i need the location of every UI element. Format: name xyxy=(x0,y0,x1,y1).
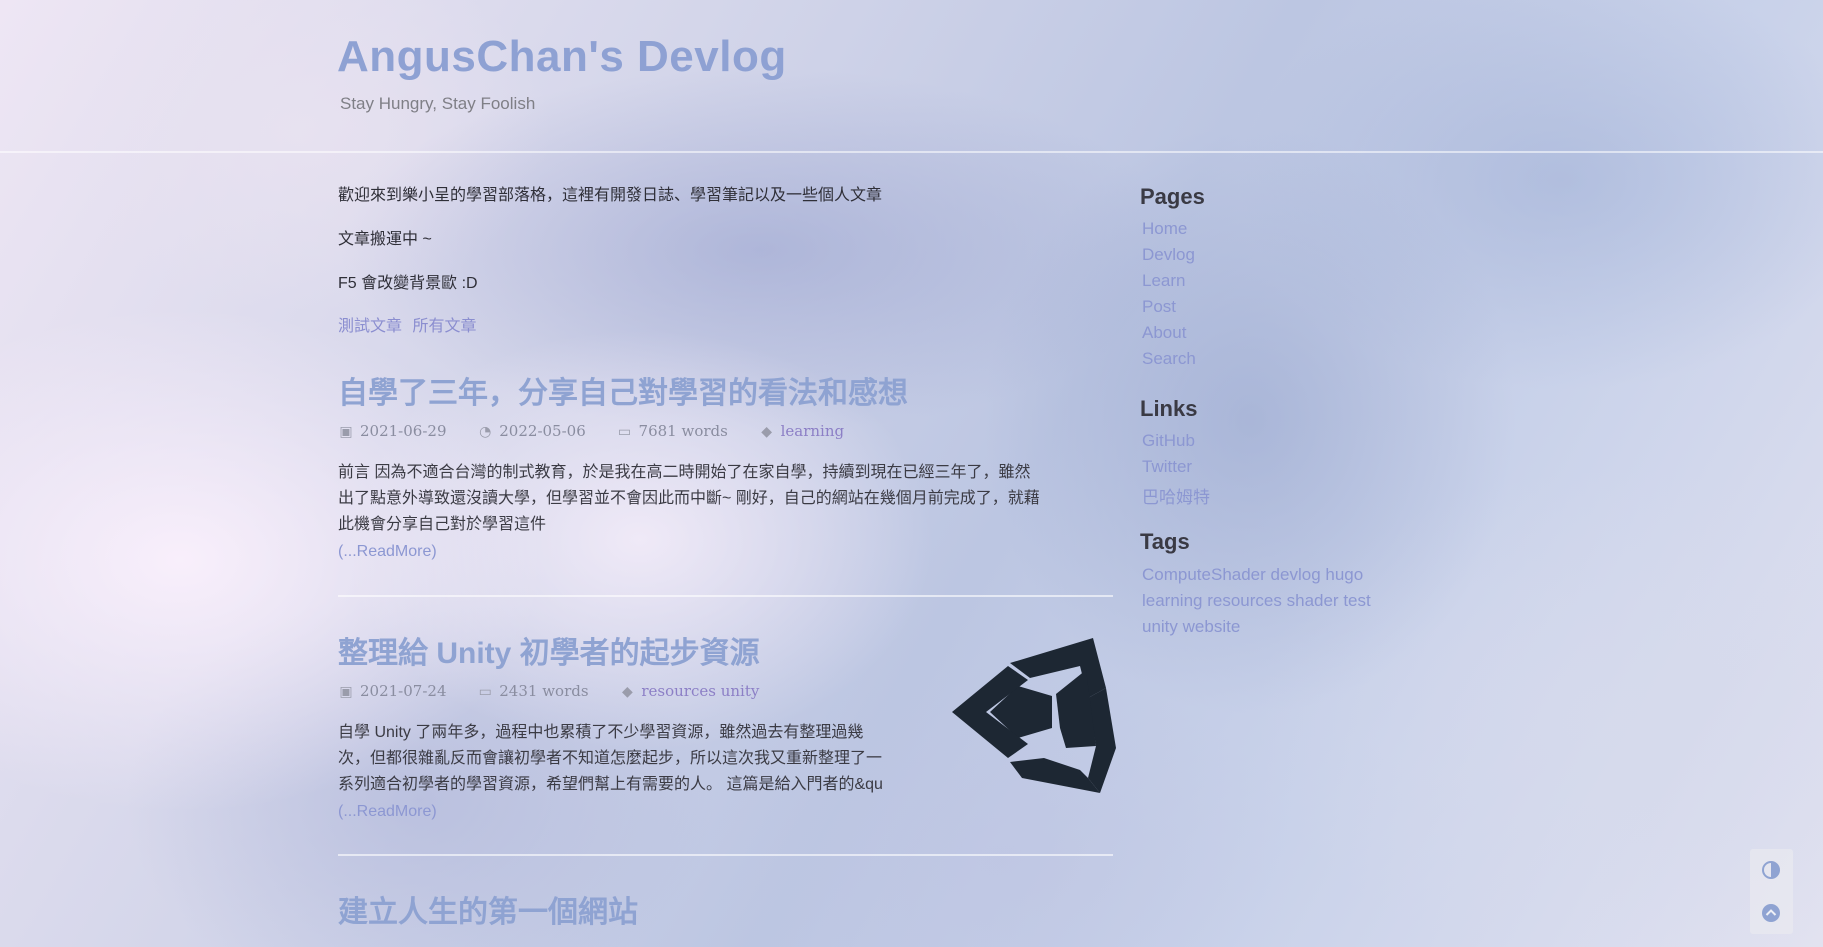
post-words-text: 2431 words xyxy=(499,682,589,700)
sidebar-item-home[interactable]: Home xyxy=(1142,219,1187,239)
post-card: 整理給 Unity 初學者的起步資源 ▣ 2021-07-24 ▭ 2431 wor… xyxy=(338,628,1116,820)
summary-line: 此機會分享自己對於學習這件 xyxy=(338,516,547,533)
tag-cloud: ComputeShader devlog hugo learning resou… xyxy=(1142,562,1402,640)
post-words: ▭ 2431 words xyxy=(477,682,589,700)
site-subtitle: Stay Hungry, Stay Foolish xyxy=(340,94,536,113)
site-header: AngusChan's Devlog Stay Hungry, Stay Foo… xyxy=(0,0,1823,153)
post-summary: 自學 Unity 了兩年多，過程中也累積了不少學習資源，雖然過去有整理過幾 次，… xyxy=(338,720,883,798)
summary-line: 次，但都很雜亂反而會讓初學者不知道怎麼起步，所以這次我又重新整理了一 xyxy=(338,750,883,767)
intro-links: 測試文章 所有文章 xyxy=(338,312,482,336)
readmore-link[interactable]: (...ReadMore) xyxy=(338,543,437,561)
intro-welcome-text: 歡迎來到樂小呈的學習部落格，這裡有開發日誌、學習筆記以及一些個人文章 xyxy=(338,187,883,204)
post-card: 建立人生的第一個網站 xyxy=(338,887,1113,931)
post-divider xyxy=(338,595,1113,597)
tag-link[interactable]: resources xyxy=(1207,591,1282,610)
tag-link[interactable]: shader xyxy=(1287,591,1339,610)
clock-icon: ◔ xyxy=(479,424,492,440)
calendar-icon: ▣ xyxy=(339,684,353,700)
post-words: ▭ 7681 words xyxy=(617,422,728,440)
intro-moving-text: 文章搬運中 ~ xyxy=(338,231,432,248)
post-title[interactable]: 自學了三年，分享自己對學習的看法和感想 xyxy=(338,368,1113,412)
unity-logo-icon[interactable] xyxy=(948,628,1118,803)
sidebar-link-github[interactable]: GitHub xyxy=(1142,431,1195,451)
post-date: ▣ 2021-07-24 xyxy=(338,682,446,700)
sidebar-item-search[interactable]: Search xyxy=(1142,349,1196,369)
tag-link[interactable]: ComputeShader xyxy=(1142,565,1266,584)
post-meta: ▣ 2021-07-24 ▭ 2431 words ◆ resources unity xyxy=(338,682,785,700)
tag-link[interactable]: devlog xyxy=(1271,565,1321,584)
pages-heading: Pages xyxy=(1140,184,1205,209)
post-tags: ◆ learning xyxy=(759,422,845,440)
arrow-up-icon[interactable] xyxy=(1761,903,1781,923)
post-meta: ▣ 2021-06-29 ◔ 2022-05-06 ▭ 7681 words ◆ lea… xyxy=(338,422,870,440)
intro-f5-text: F5 會改變背景歐 :D xyxy=(338,275,478,292)
post-date: ▣ 2021-06-29 xyxy=(338,422,446,440)
post-divider xyxy=(338,854,1113,856)
tags-heading: Tags xyxy=(1140,529,1190,554)
tag-icon: ◆ xyxy=(621,684,633,700)
post-card: 自學了三年，分享自己對學習的看法和感想 ▣ 2021-06-29 ◔ 2022-05… xyxy=(338,368,1113,560)
tag-link[interactable]: unity xyxy=(1142,617,1178,636)
summary-line: 自學 Unity 了兩年多，過程中也累積了不少學習資源，雖然過去有整理過幾 xyxy=(338,724,864,741)
post-words-text: 7681 words xyxy=(638,422,728,440)
tag-link[interactable]: website xyxy=(1183,617,1241,636)
tag-link[interactable]: learning xyxy=(1142,591,1203,610)
tag-icon: ◆ xyxy=(761,424,772,440)
sidebar-item-about[interactable]: About xyxy=(1142,323,1186,343)
sidebar-item-learn[interactable]: Learn xyxy=(1142,271,1185,291)
sidebar-link-bahamut[interactable]: 巴哈姆特 xyxy=(1142,483,1210,508)
summary-line: 前言 因為不適合台灣的制式教育，於是我在高二時開始了在家自學，持續到現在已經三年… xyxy=(338,464,1031,481)
readmore-link[interactable]: (...ReadMore) xyxy=(338,803,437,821)
tag-link[interactable]: hugo xyxy=(1325,565,1363,584)
inbox-icon: ▭ xyxy=(478,684,492,700)
inbox-icon: ▭ xyxy=(617,424,632,440)
sidebar-item-post[interactable]: Post xyxy=(1142,297,1176,317)
post-tag-link[interactable]: resources unity xyxy=(641,682,759,700)
post-summary: 前言 因為不適合台灣的制式教育，於是我在高二時開始了在家自學，持續到現在已經三年… xyxy=(338,460,1040,538)
calendar-icon: ▣ xyxy=(339,424,353,440)
post-tags: ◆ resources unity xyxy=(619,682,759,700)
contrast-icon[interactable] xyxy=(1761,860,1781,880)
post-date-text: 2021-06-29 xyxy=(360,422,447,440)
site-title[interactable]: AngusChan's Devlog xyxy=(337,32,787,82)
post-updated: ◔ 2022-05-06 xyxy=(477,422,586,440)
post-title[interactable]: 建立人生的第一個網站 xyxy=(338,887,1113,931)
tag-link[interactable]: test xyxy=(1343,591,1370,610)
post-updated-text: 2022-05-06 xyxy=(499,422,586,440)
summary-line: 系列適合初學者的學習資源，希望們幫上有需要的人。 這篇是給入門者的&qu xyxy=(338,776,883,793)
test-posts-link[interactable]: 測試文章 xyxy=(338,318,402,335)
summary-line: 出了點意外導致還沒讀大學，但學習並不會因此而中斷~ 剛好，自己的網站在幾個月前完… xyxy=(338,490,1040,507)
links-heading: Links xyxy=(1140,396,1198,421)
sidebar-link-twitter[interactable]: Twitter xyxy=(1142,457,1192,477)
all-posts-link[interactable]: 所有文章 xyxy=(412,318,476,335)
sidebar-item-devlog[interactable]: Devlog xyxy=(1142,245,1195,265)
post-tag-link[interactable]: learning xyxy=(781,422,845,440)
floating-buttons xyxy=(1750,849,1793,934)
post-date-text: 2021-07-24 xyxy=(360,682,447,700)
